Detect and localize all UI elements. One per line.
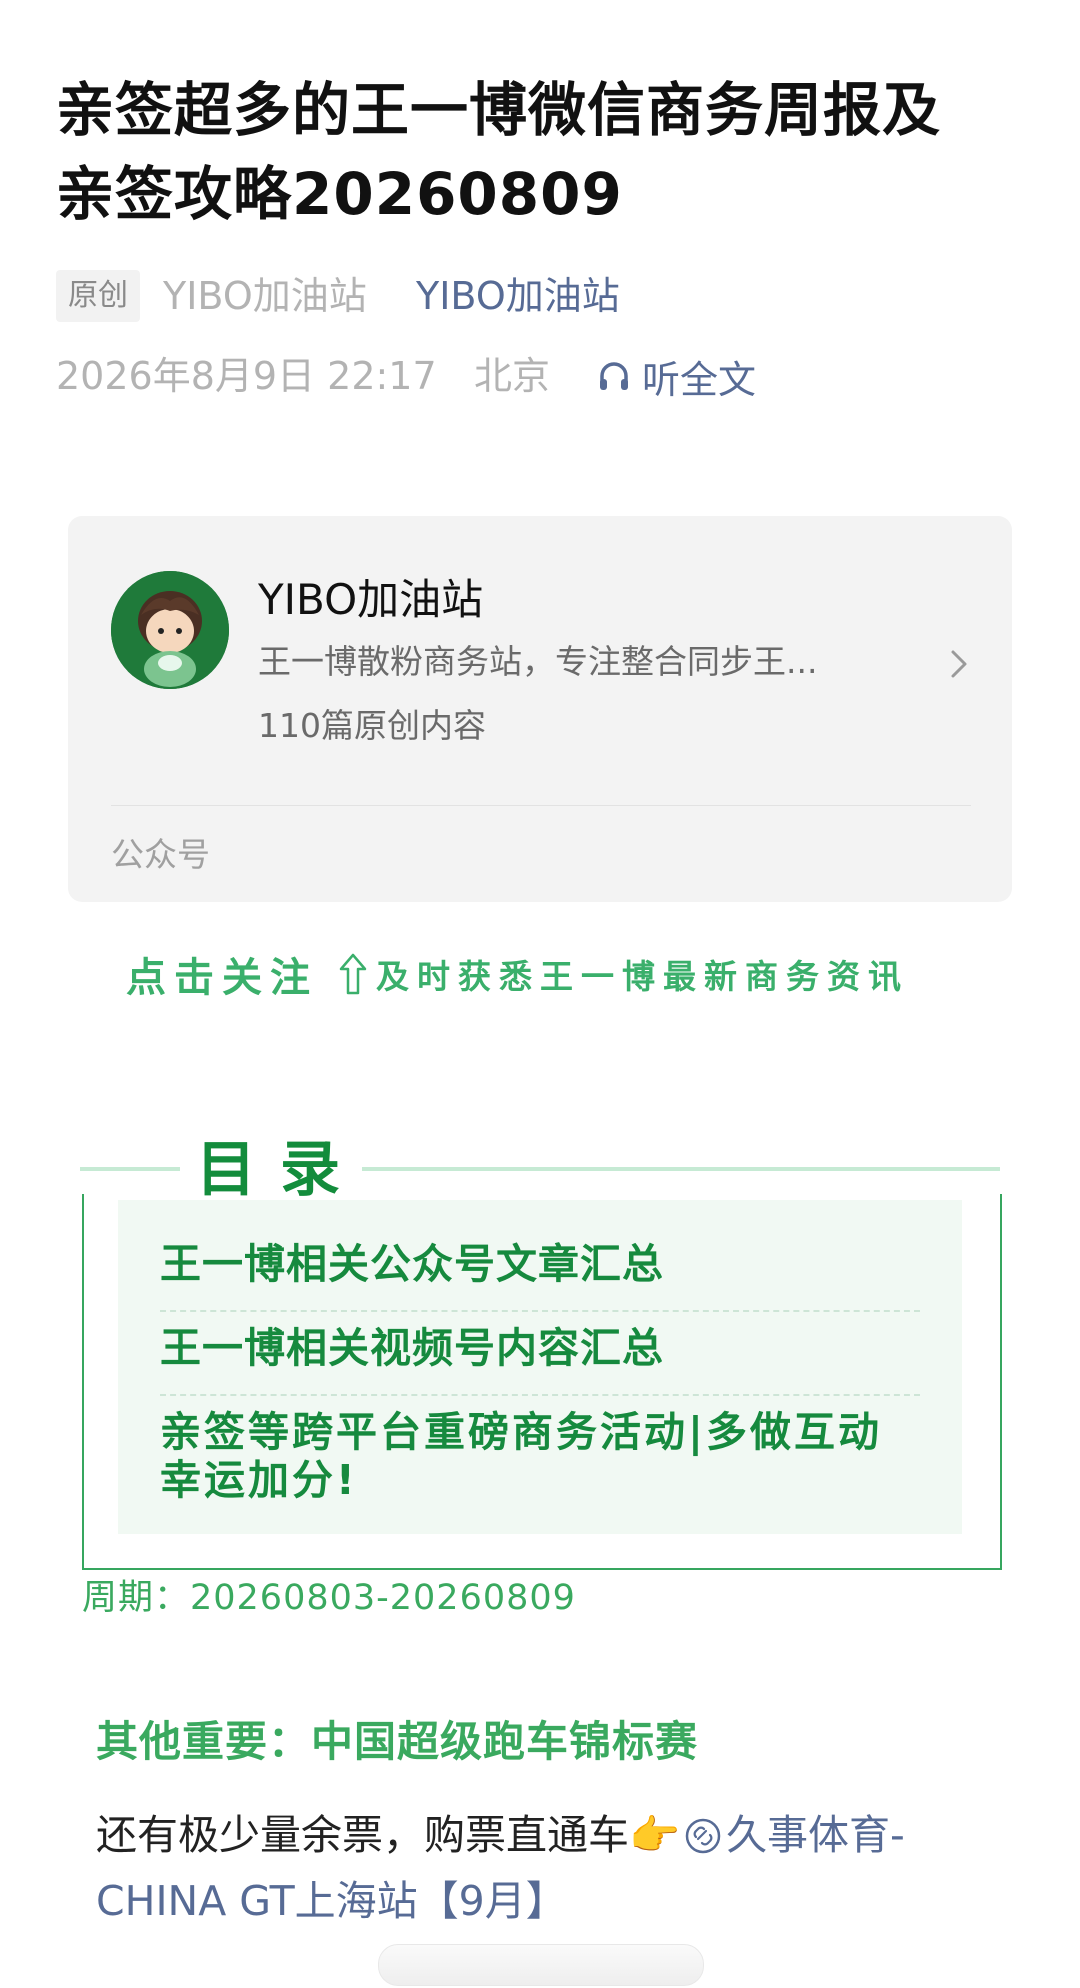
article-title: 亲签超多的王一博微信商务周报及 亲签攻略20260809 bbox=[56, 76, 942, 228]
card-divider bbox=[111, 805, 971, 806]
publish-location: 北京 bbox=[474, 354, 551, 398]
ticket-paragraph: 还有极少量余票，购票直通车👉 久事体育-CHINA GT上海站【9月】 bbox=[96, 1802, 996, 1934]
author-name: YIBO加油站 bbox=[163, 274, 367, 318]
follow-bold: 点击关注 bbox=[126, 955, 318, 1001]
section-heading: 其他重要：中国超级跑车锦标赛 bbox=[96, 1717, 699, 1766]
toc-item[interactable]: 王一博相关公众号文章汇总 bbox=[160, 1236, 920, 1292]
account-avatar bbox=[111, 571, 229, 689]
toc-item[interactable]: 王一博相关视频号内容汇总 bbox=[160, 1320, 920, 1376]
account-name-link[interactable]: YIBO加油站 bbox=[416, 270, 620, 322]
chevron-right-icon bbox=[951, 650, 967, 678]
bottom-handle bbox=[378, 1944, 704, 1986]
toc-separator bbox=[160, 1310, 920, 1312]
account-description: 王一博散粉商务站，专注整合同步王... bbox=[258, 642, 818, 681]
account-name: YIBO加油站 bbox=[258, 575, 484, 624]
toc-separator bbox=[160, 1394, 920, 1396]
link-icon bbox=[685, 1818, 721, 1854]
original-count: 110篇原创内容 bbox=[258, 706, 486, 745]
arrow-up-icon bbox=[339, 953, 367, 995]
follow-prompt[interactable]: 点击关注 及时获悉王一博最新商务资讯 bbox=[126, 946, 909, 1002]
period-label: 周期：20260803-20260809 bbox=[82, 1578, 576, 1618]
original-badge: 原创 bbox=[56, 270, 140, 322]
ticket-text: 还有极少量余票，购票直通车 bbox=[96, 1811, 629, 1859]
publish-date: 2026年8月9日 22:17 bbox=[56, 354, 437, 398]
headphones-icon bbox=[600, 362, 628, 390]
listen-button[interactable]: 听全文 bbox=[596, 350, 756, 402]
toc-item[interactable]: 亲签等跨平台重磅商务活动|多做互动幸运加分! bbox=[160, 1408, 920, 1504]
pointing-hand-emoji: 👉 bbox=[629, 1811, 681, 1859]
card-footer-label: 公众号 bbox=[111, 835, 210, 874]
listen-label: 听全文 bbox=[642, 357, 757, 402]
follow-text: 及时获悉王一博最新商务资讯 bbox=[376, 957, 909, 996]
